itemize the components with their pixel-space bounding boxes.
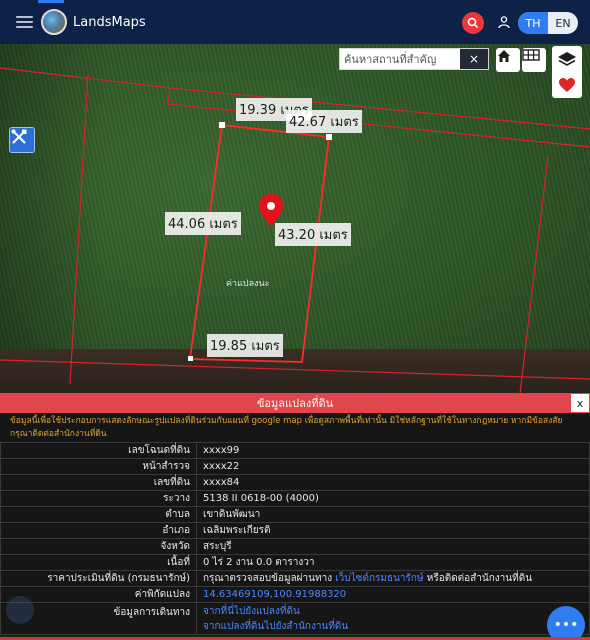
- measure-bottom: 19.85 เมตร: [207, 334, 283, 357]
- disclaimer-text: ข้อมูลนี้เพื่อใช้ประกอบการแสดงลักษณะรูปแ…: [0, 413, 590, 443]
- row-value: 5138 II 0618-00 (4000): [196, 490, 590, 507]
- row-value: xxxx84: [196, 474, 590, 491]
- brand-title[interactable]: LandsMaps: [73, 15, 146, 30]
- row-value: 0 ไร่ 2 งาน 0.0 ตารางวา: [196, 554, 590, 571]
- table-row: เลขที่ดิน xxxx84: [0, 474, 590, 491]
- more-options-button[interactable]: •••: [547, 606, 585, 640]
- table-row: อำเภอ เฉลิมพระเกียรติ: [0, 522, 590, 539]
- coords-link[interactable]: 14.63469109,100.91988320: [203, 589, 346, 600]
- heart-icon[interactable]: [552, 73, 582, 97]
- search-icon: [467, 17, 479, 29]
- layers-icon[interactable]: [552, 48, 582, 72]
- parcel-overlay: [0, 67, 590, 394]
- lang-en-option[interactable]: EN: [548, 12, 578, 34]
- grid-icon: [522, 49, 540, 61]
- row-label: เลขที่ดิน: [0, 474, 197, 491]
- table-row: ระวาง 5138 II 0618-00 (4000): [0, 490, 590, 507]
- table-row: ค่าพิกัดแปลง 14.63469109,100.91988320: [0, 586, 590, 603]
- lang-th-option[interactable]: TH: [518, 12, 548, 34]
- panel-close-button[interactable]: x: [571, 394, 589, 412]
- table-row: ข้อมูลการเดินทาง จากที่นี่ไปยังแปลงที่ดิ…: [0, 602, 590, 635]
- appraisal-label: ราคาประเมินที่ดิน (กรมธนารักษ์): [0, 570, 197, 587]
- place-search-input[interactable]: [344, 50, 464, 68]
- row-value: สระบุรี: [196, 538, 590, 555]
- appraisal-suffix: หรือติดต่อสำนักงานที่ดิน: [423, 573, 533, 584]
- row-value: xxxx99: [196, 442, 590, 459]
- panel-title: ข้อมูลแปลงที่ดิน: [0, 393, 590, 413]
- table-row: ราคาประเมินที่ดิน (กรมธนารักษ์) กรุณาตรว…: [0, 570, 590, 587]
- measure-top-right: 42.67 เมตร: [286, 110, 362, 133]
- language-toggle[interactable]: TH EN: [518, 12, 578, 34]
- row-label: ระวาง: [0, 490, 197, 507]
- tools-icon: [11, 129, 27, 144]
- row-value: xxxx22: [196, 458, 590, 475]
- row-value: เขาดินพัฒนา: [196, 506, 590, 523]
- faded-button: [6, 596, 34, 624]
- home-icon: [498, 50, 510, 62]
- row-label: จังหวัด: [0, 538, 197, 555]
- place-search[interactable]: ×: [339, 48, 489, 70]
- row-label: เลขโฉนดที่ดิน: [0, 442, 197, 459]
- measure-right: 43.20 เมตร: [275, 223, 351, 246]
- appraisal-prefix: กรุณาตรวจสอบข้อมูลผ่านทาง: [203, 573, 336, 584]
- home-button[interactable]: [496, 48, 520, 72]
- coords-value: 14.63469109,100.91988320: [196, 586, 590, 603]
- travel-value: จากที่นี่ไปยังแปลงที่ดิน จากแปลงที่ดินไป…: [196, 602, 590, 635]
- grid-button[interactable]: [522, 48, 546, 72]
- row-label: หน้าสำรวจ: [0, 458, 197, 475]
- route-to-parcel-link[interactable]: จากที่นี่ไปยังแปลงที่ดิน: [203, 604, 583, 619]
- table-row: ตำบล เขาดินพัฒนา: [0, 506, 590, 523]
- row-label: ตำบล: [0, 506, 197, 523]
- search-clear-button[interactable]: ×: [460, 49, 488, 69]
- table-row: หน้าสำรวจ xxxx22: [0, 458, 590, 475]
- menu-icon[interactable]: [16, 16, 33, 28]
- side-controls: [552, 46, 582, 98]
- table-row: จังหวัด สระบุรี: [0, 538, 590, 555]
- appraisal-value: กรุณาตรวจสอบข้อมูลผ่านทาง เว็บไซต์กรมธนา…: [196, 570, 590, 587]
- row-label: อำเภอ: [0, 522, 197, 539]
- table-row: เนื้อที่ 0 ไร่ 2 งาน 0.0 ตารางวา: [0, 554, 590, 571]
- route-to-office-link[interactable]: จากแปลงที่ดินไปยังสำนักงานที่ดิน: [203, 619, 583, 634]
- top-navbar: LandsMaps TH EN: [0, 0, 590, 44]
- parcel-info-table: เลขโฉนดที่ดิน xxxx99 หน้าสำรวจ xxxx22 เล…: [0, 442, 590, 635]
- measure-left: 44.06 เมตร: [165, 212, 241, 235]
- app-root: LandsMaps TH EN 19.39 เมตร 42.67 เมตร 44…: [0, 0, 590, 640]
- parcel-label: ค่าแปลงนะ: [226, 279, 270, 289]
- row-value: เฉลิมพระเกียรติ: [196, 522, 590, 539]
- tools-button[interactable]: [9, 127, 35, 153]
- location-pin-icon[interactable]: [259, 194, 283, 226]
- logo-icon[interactable]: [41, 9, 67, 35]
- nav-accent-bar: [38, 0, 64, 3]
- satellite-map[interactable]: 19.39 เมตร 42.67 เมตร 44.06 เมตร 43.20 เ…: [0, 44, 590, 394]
- user-icon[interactable]: [497, 15, 511, 29]
- row-label: เนื้อที่: [0, 554, 197, 571]
- table-row: เลขโฉนดที่ดิน xxxx99: [0, 442, 590, 459]
- treasury-website-link[interactable]: เว็บไซต์กรมธนารักษ์: [335, 573, 423, 584]
- search-button[interactable]: [462, 12, 484, 34]
